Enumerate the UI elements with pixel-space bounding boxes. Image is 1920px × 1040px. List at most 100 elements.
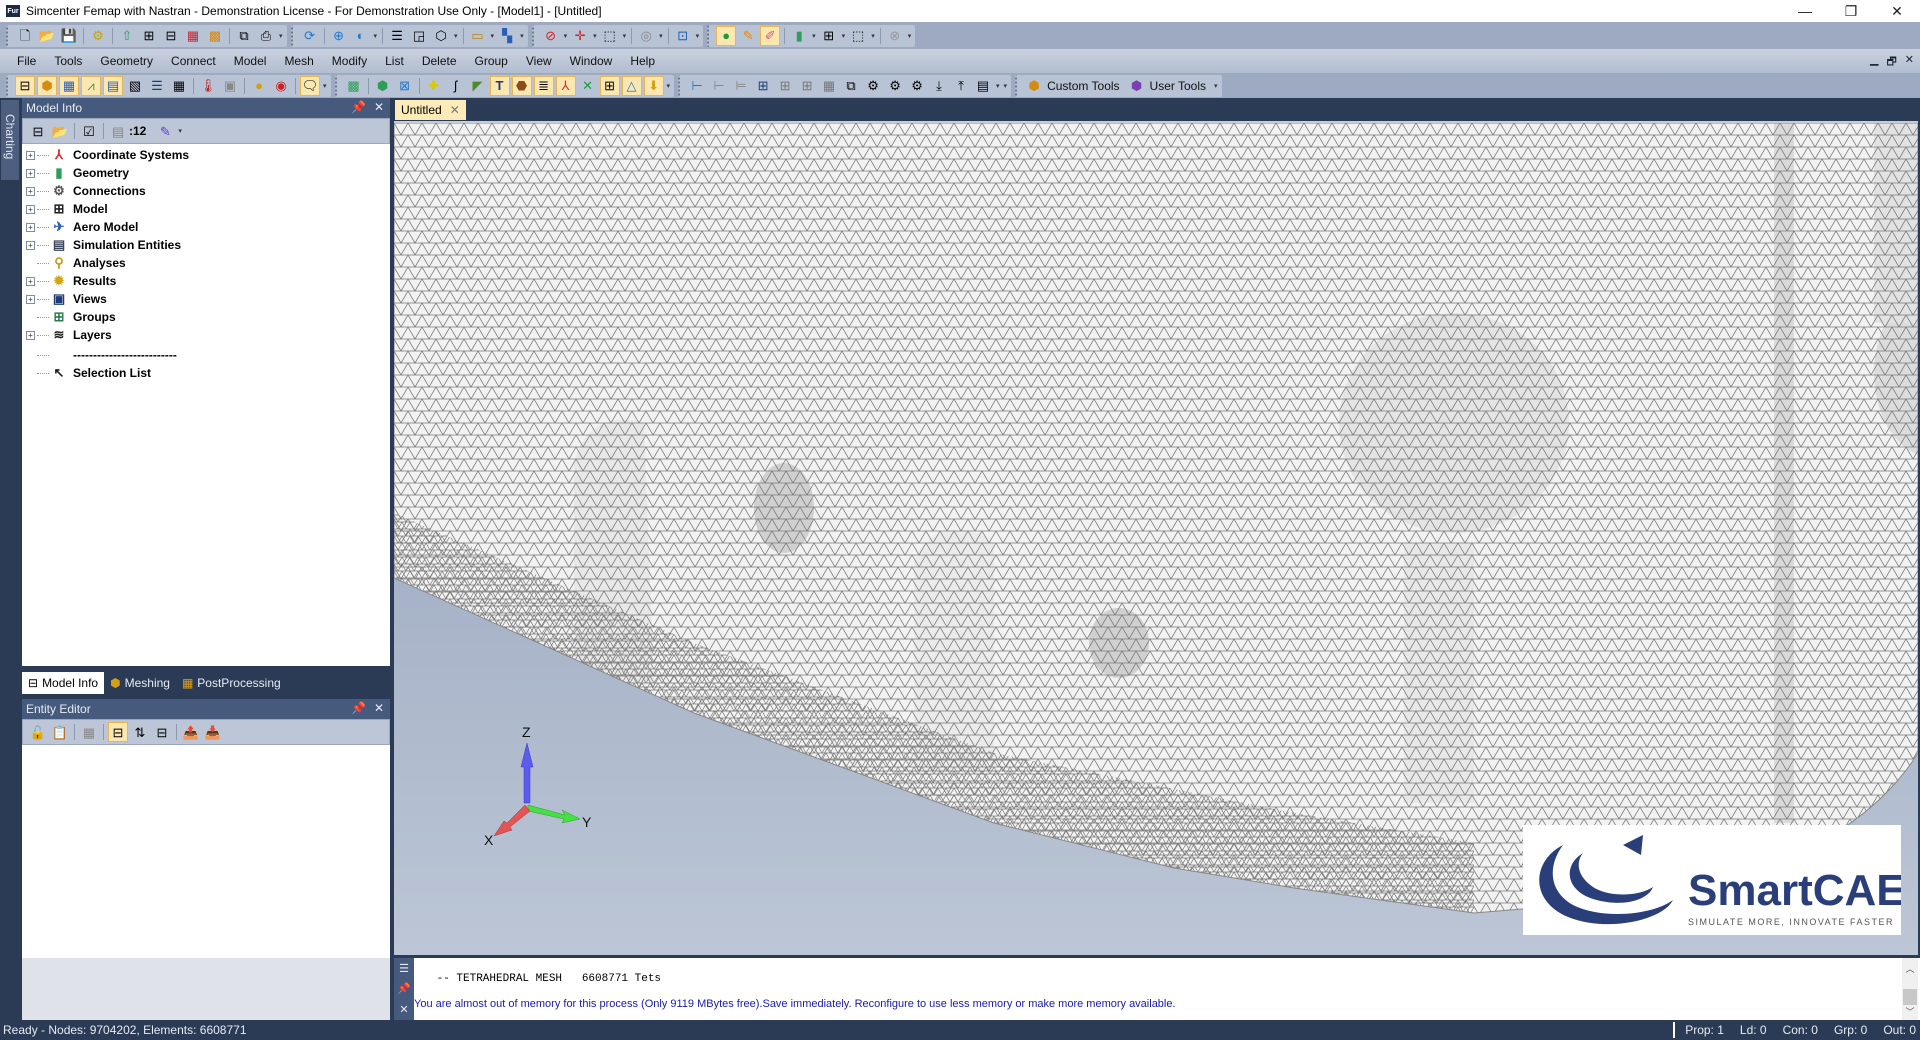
- chevron-down-icon[interactable]: ▾: [623, 32, 627, 40]
- save-icon[interactable]: 💾: [59, 26, 79, 46]
- tree-item-aero-model[interactable]: + ✈ Aero Model: [22, 218, 390, 236]
- workplane-icon[interactable]: ⊡: [673, 26, 693, 46]
- menu-mesh[interactable]: Mesh: [275, 54, 322, 68]
- chevron-down-icon[interactable]: ▾: [667, 82, 671, 90]
- custom-tools-button[interactable]: Custom Tools: [1047, 79, 1119, 93]
- point-icon[interactable]: ✚: [424, 76, 444, 96]
- model-info-pane-icon[interactable]: ⊟: [15, 75, 35, 96]
- gear-settings2-icon[interactable]: ⚙: [885, 76, 905, 96]
- menu-file[interactable]: File: [8, 54, 45, 68]
- restore-window-button[interactable]: ❐: [1828, 0, 1874, 22]
- copy-element-icon[interactable]: ⧉: [841, 76, 861, 96]
- show-mesh-icon[interactable]: ⊞: [819, 26, 839, 46]
- menu-connect[interactable]: Connect: [162, 54, 225, 68]
- regenerate-icon[interactable]: ⟳: [300, 26, 320, 46]
- color-contour-icon[interactable]: ▚: [497, 26, 517, 46]
- meshing-pane-icon[interactable]: ⬢: [37, 75, 57, 96]
- gear-settings3-icon[interactable]: ⚙: [907, 76, 927, 96]
- scroll-down-icon[interactable]: ﹀: [1902, 1005, 1918, 1018]
- tree-item-connections[interactable]: + ⚙ Connections: [22, 182, 390, 200]
- calculator-icon[interactable]: ▦: [79, 722, 99, 742]
- menu-modify[interactable]: Modify: [323, 54, 376, 68]
- erase-icon[interactable]: ✐: [760, 25, 781, 46]
- tree-item-model[interactable]: + ⊞ Model: [22, 200, 390, 218]
- chevron-down-icon[interactable]: ▾: [564, 32, 568, 40]
- tree-item-layers[interactable]: + ≋ Layers: [22, 326, 390, 344]
- messages-icon[interactable]: ☰: [399, 962, 409, 975]
- mesh-solid-icon[interactable]: ⬢: [373, 76, 393, 96]
- status-output[interactable]: Out: 0: [1883, 1023, 1916, 1037]
- export-up-icon[interactable]: ⤒: [951, 76, 971, 96]
- snap-icon[interactable]: ◎: [636, 26, 656, 46]
- delete-mesh-icon[interactable]: ⊠: [395, 76, 415, 96]
- expand-icon[interactable]: +: [26, 330, 35, 340]
- import-geometry-icon[interactable]: ⇧: [117, 26, 137, 46]
- expand-icon[interactable]: +: [26, 240, 35, 250]
- expand-icon[interactable]: +: [26, 150, 35, 160]
- chevron-down-icon[interactable]: ▾: [374, 32, 378, 40]
- cancel-icon[interactable]: ⊗: [885, 26, 905, 46]
- thermal-icon[interactable]: 🌡: [198, 76, 218, 96]
- close-tab-icon[interactable]: ✕: [450, 103, 460, 117]
- chevron-down-icon[interactable]: ▾: [659, 32, 663, 40]
- draw-pencil-icon[interactable]: ✎: [738, 26, 758, 46]
- expand-icon[interactable]: +: [26, 186, 35, 196]
- chevron-down-icon[interactable]: ▾: [696, 32, 700, 40]
- expand-icon[interactable]: +: [26, 294, 35, 304]
- print-icon[interactable]: ⎙: [256, 26, 276, 46]
- api-programming-icon[interactable]: ▣: [220, 76, 240, 96]
- mdi-minimize-button[interactable]: ▁: [1870, 53, 1878, 72]
- chevron-down-icon[interactable]: ▾: [812, 32, 816, 40]
- file-open-results-icon[interactable]: ▩: [205, 26, 225, 46]
- import-model-icon[interactable]: ⊞: [139, 26, 159, 46]
- tree-item-coordinate-systems[interactable]: + ⅄ Coordinate Systems: [22, 146, 390, 164]
- load-icon[interactable]: △: [621, 75, 642, 96]
- close-icon[interactable]: ✕: [374, 100, 384, 114]
- document-tab-untitled[interactable]: Untitled ✕: [395, 100, 466, 120]
- chevron-down-icon[interactable]: ▾: [454, 32, 458, 40]
- pin-icon[interactable]: 📌: [397, 982, 411, 995]
- status-constraint[interactable]: Con: 0: [1783, 1023, 1818, 1037]
- postprocessing-pane-icon[interactable]: ▦: [59, 75, 79, 96]
- chevron-down-icon[interactable]: ▾: [491, 32, 495, 40]
- close-icon[interactable]: ✕: [374, 701, 384, 715]
- import-folder-icon[interactable]: 📥: [203, 722, 223, 742]
- expand-all-icon[interactable]: ⊟: [28, 121, 48, 141]
- close-icon[interactable]: ✕: [399, 1003, 408, 1016]
- checkbox-select-icon[interactable]: ☑: [79, 121, 99, 141]
- surface-icon[interactable]: ◤: [468, 76, 488, 96]
- minimize-window-button[interactable]: —: [1782, 0, 1828, 22]
- fine-mesh-icon[interactable]: ▦: [819, 76, 839, 96]
- chevron-down-icon[interactable]: ▾: [996, 82, 1000, 90]
- beam-disabled-icon[interactable]: ⊢: [709, 76, 729, 96]
- chevron-down-icon[interactable]: ▾: [279, 32, 283, 40]
- chevron-down-icon[interactable]: ▾: [323, 82, 327, 90]
- lock-icon[interactable]: 🔓: [28, 722, 48, 742]
- select-pick-icon[interactable]: ✛: [570, 26, 590, 46]
- expand-all-icon[interactable]: ⊟: [152, 722, 172, 742]
- menu-group[interactable]: Group: [466, 54, 517, 68]
- tab-postprocessing[interactable]: ▦ PostProcessing: [176, 672, 287, 694]
- pin-icon[interactable]: 📌: [351, 100, 366, 114]
- scroll-thumb[interactable]: [1903, 989, 1917, 1005]
- show-box-icon[interactable]: ⬚: [848, 26, 868, 46]
- tree-item-geometry[interactable]: + ▮ Geometry: [22, 164, 390, 182]
- messages-scrollbar[interactable]: ︿ ﹀: [1902, 958, 1918, 1020]
- select-box-icon[interactable]: ⬚: [600, 26, 620, 46]
- expand-icon[interactable]: +: [26, 222, 35, 232]
- close-window-button[interactable]: ✕: [1874, 0, 1920, 22]
- open-folder-icon[interactable]: 📂: [37, 26, 57, 46]
- show-solid-icon[interactable]: ▮: [789, 26, 809, 46]
- status-prop[interactable]: Prop: 1: [1685, 1023, 1724, 1037]
- chevron-down-icon[interactable]: ▾: [908, 32, 912, 40]
- menu-window[interactable]: Window: [561, 54, 622, 68]
- node-icon[interactable]: ✕: [578, 76, 598, 96]
- open-folder-up-icon[interactable]: 📂: [50, 121, 70, 141]
- beam-stack-icon[interactable]: ⊨: [731, 76, 751, 96]
- data-table-icon[interactable]: ▤: [108, 121, 128, 141]
- show-entity-icon[interactable]: ●: [716, 25, 737, 46]
- record-icon[interactable]: ◉: [271, 76, 291, 96]
- status-group[interactable]: Grp: 0: [1834, 1023, 1867, 1037]
- view-select-icon[interactable]: ☰: [387, 26, 407, 46]
- list-report-icon[interactable]: ▤: [973, 76, 993, 96]
